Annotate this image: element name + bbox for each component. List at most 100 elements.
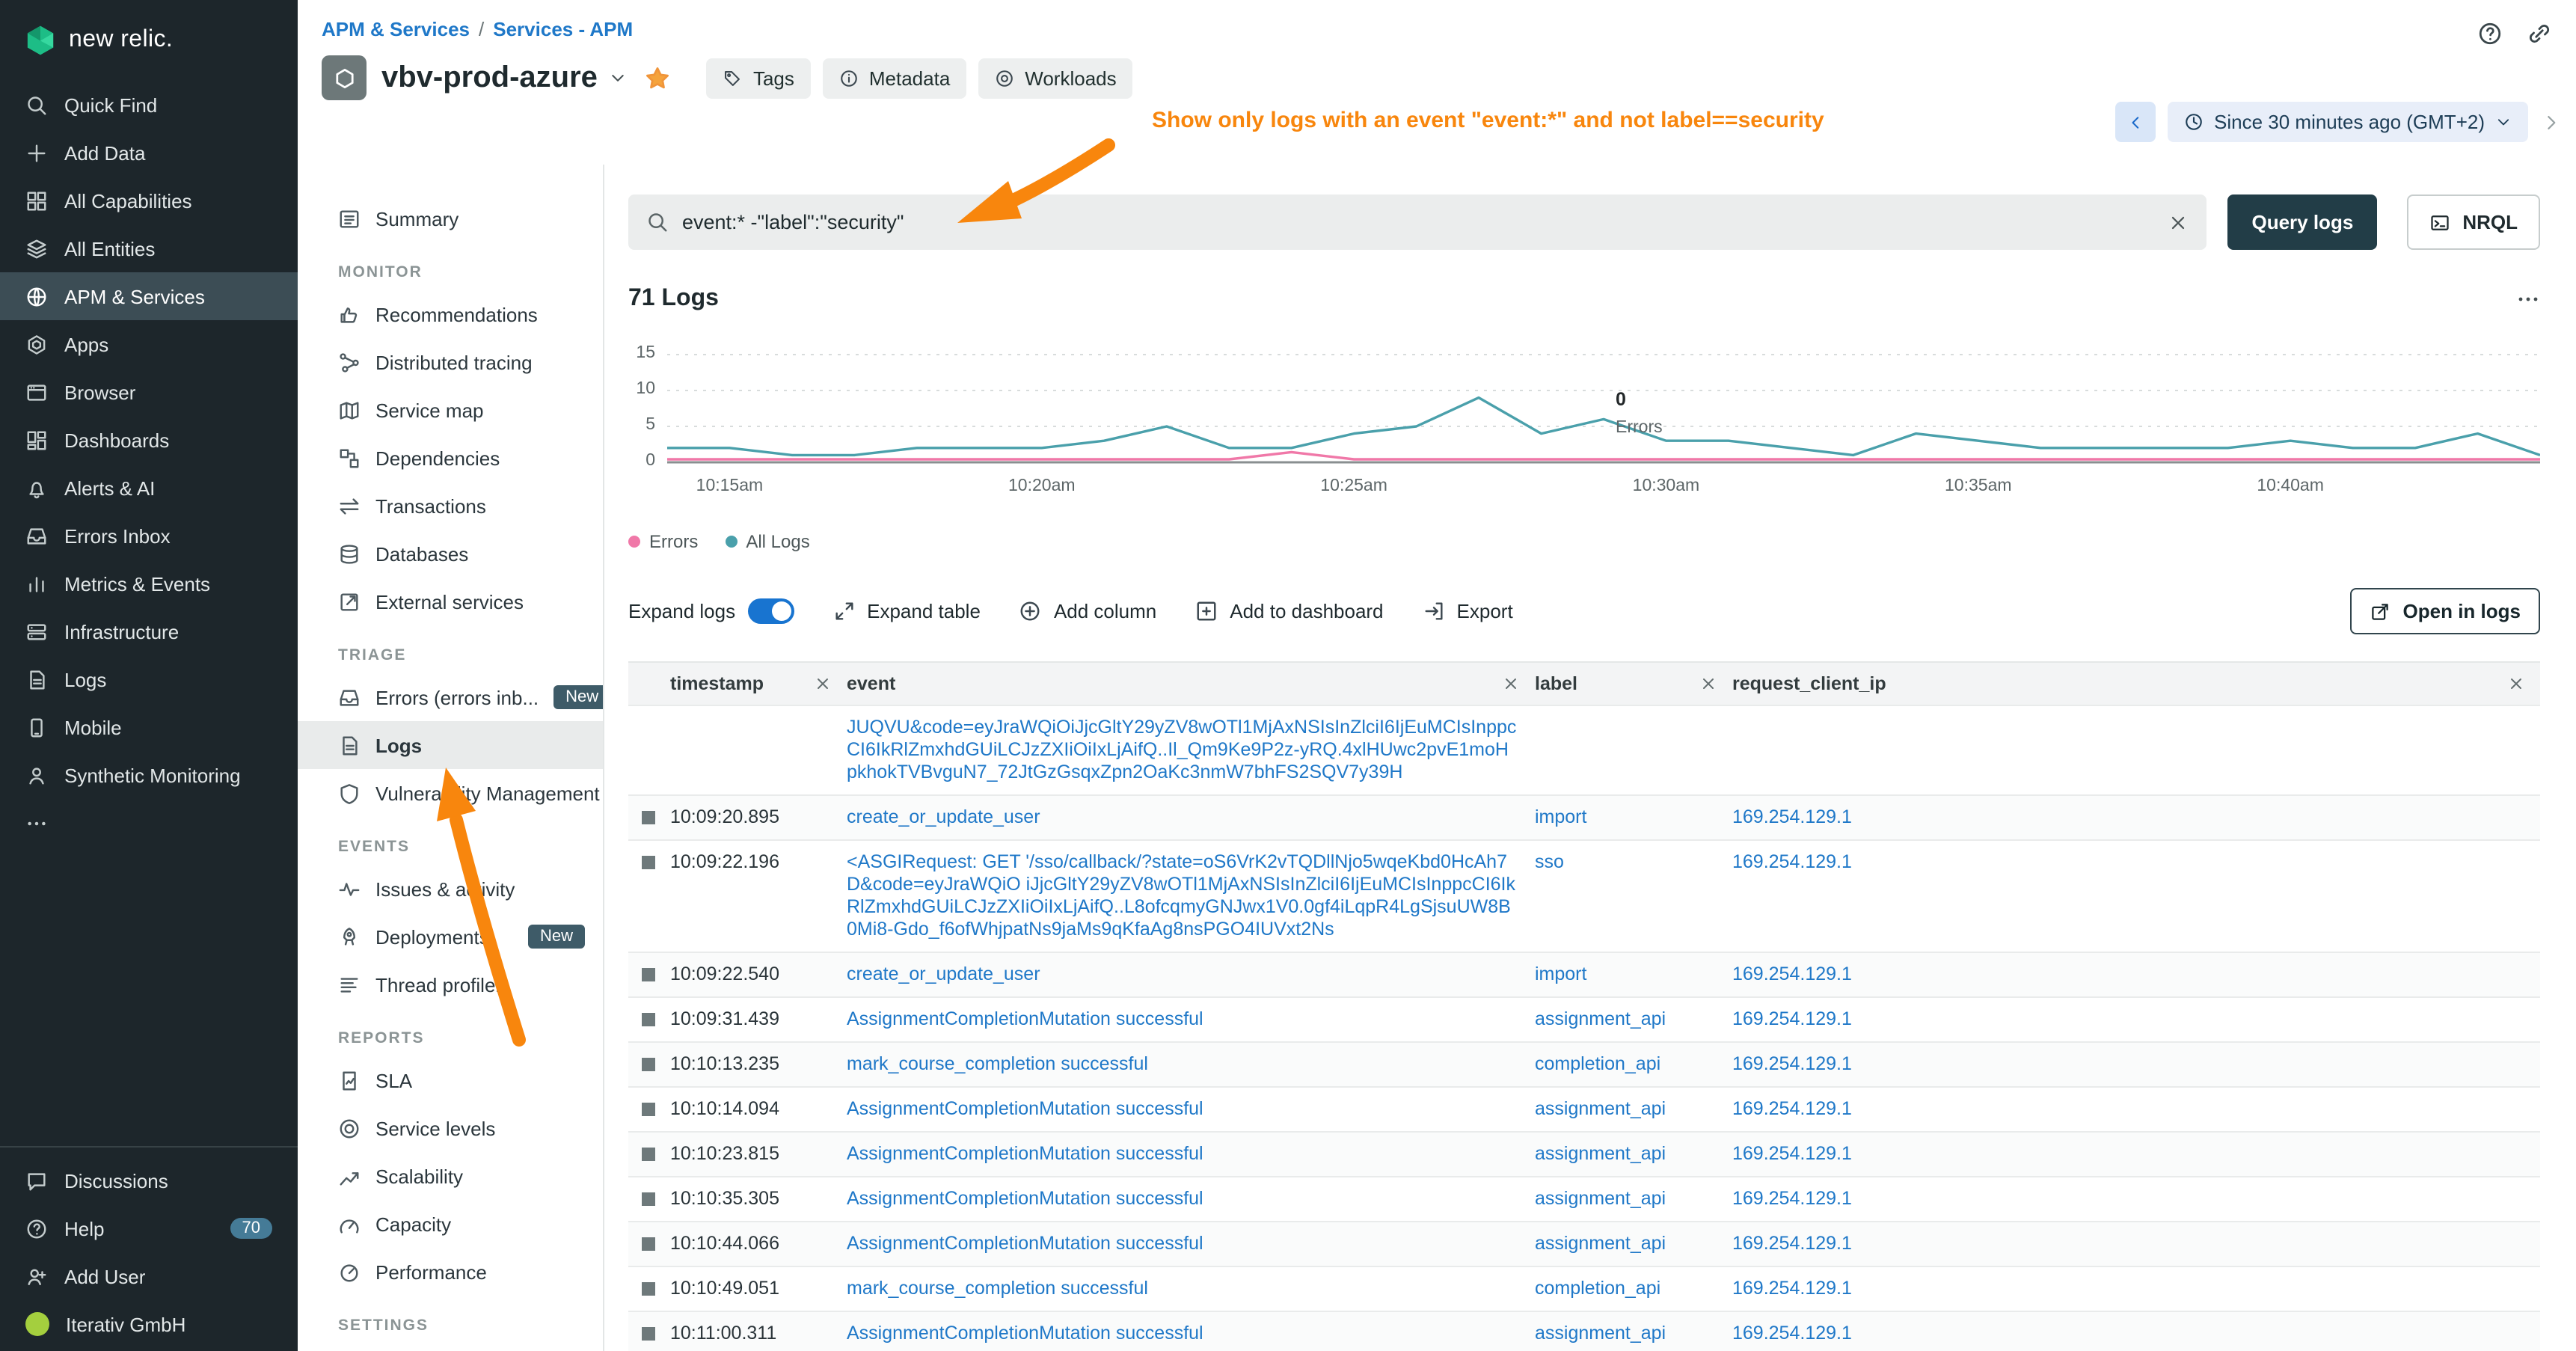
time-range-button[interactable]: Since 30 minutes ago (GMT+2) <box>2168 102 2528 142</box>
column-header-event[interactable]: event <box>847 673 1535 695</box>
global-nav-item-apps[interactable]: Apps <box>0 320 298 368</box>
global-nav-item-infrastructure[interactable]: Infrastructure <box>0 607 298 655</box>
row-checkbox[interactable] <box>642 1148 655 1161</box>
log-label-link[interactable]: sso <box>1535 851 1564 872</box>
log-label-link[interactable]: assignment_api <box>1535 1098 1666 1119</box>
log-label-link[interactable]: assignment_api <box>1535 1143 1666 1164</box>
log-event-link[interactable]: AssignmentCompletionMutation successful <box>847 1098 1203 1119</box>
global-nav-item-add-data[interactable]: Add Data <box>0 129 298 177</box>
log-event-link[interactable]: create_or_update_user <box>847 964 1040 984</box>
log-ip-link[interactable]: 169.254.129.1 <box>1732 1233 1852 1254</box>
log-row[interactable]: JUQVU&code=eyJraWQiOiJjcGltY29yZV8wOTl1M… <box>628 706 2540 796</box>
column-header-request-client-ip[interactable]: request_client_ip <box>1732 673 2540 695</box>
sidebar-item-dependencies[interactable]: Dependencies <box>298 434 603 482</box>
sidebar-item-service-levels[interactable]: Service levels <box>298 1104 603 1152</box>
time-back-button[interactable] <box>2115 102 2156 142</box>
clear-query-icon[interactable] <box>2168 212 2189 233</box>
log-label-link[interactable]: import <box>1535 806 1586 827</box>
global-nav-item-discussions[interactable]: Discussions <box>0 1157 298 1204</box>
global-nav-item-all-entities[interactable]: All Entities <box>0 224 298 272</box>
sidebar-item-recommendations[interactable]: Recommendations <box>298 290 603 338</box>
log-ip-link[interactable]: 169.254.129.1 <box>1732 1143 1852 1164</box>
log-ip-link[interactable]: 169.254.129.1 <box>1732 1323 1852 1344</box>
global-nav-item-metrics-events[interactable]: Metrics & Events <box>0 560 298 607</box>
global-nav-item-logs[interactable]: Logs <box>0 655 298 703</box>
log-row[interactable]: 10:09:20.895 create_or_update_user impor… <box>628 796 2540 841</box>
log-row[interactable]: 10:10:14.094 AssignmentCompletionMutatio… <box>628 1088 2540 1133</box>
log-event-link[interactable]: AssignmentCompletionMutation successful <box>847 1323 1203 1344</box>
log-event-link[interactable]: AssignmentCompletionMutation successful <box>847 1233 1203 1254</box>
log-row[interactable]: 10:09:22.196 <ASGIRequest: GET '/sso/cal… <box>628 841 2540 953</box>
sidebar-item-scalability[interactable]: Scalability <box>298 1152 603 1200</box>
row-checkbox[interactable] <box>642 856 655 869</box>
log-event-link[interactable]: <ASGIRequest: GET '/sso/callback/?state=… <box>847 851 1515 940</box>
toggle-switch-on[interactable] <box>747 598 794 624</box>
sidebar-item-databases[interactable]: Databases <box>298 530 603 578</box>
favorite-star-icon[interactable] <box>645 65 671 91</box>
log-ip-link[interactable]: 169.254.129.1 <box>1732 1053 1852 1074</box>
log-event-link[interactable]: JUQVU&code=eyJraWQiOiJjcGltY29yZV8wOTl1M… <box>847 717 1516 782</box>
log-label-link[interactable]: completion_api <box>1535 1053 1660 1074</box>
sidebar-item-issues-activity[interactable]: Issues & activity <box>298 865 603 913</box>
row-checkbox[interactable] <box>642 1327 655 1341</box>
global-nav-item-synthetic-monitoring[interactable]: Synthetic Monitoring <box>0 751 298 799</box>
log-row[interactable]: 10:09:22.540 create_or_update_user impor… <box>628 953 2540 998</box>
log-row[interactable]: 10:10:44.066 AssignmentCompletionMutatio… <box>628 1222 2540 1267</box>
log-label-link[interactable]: completion_api <box>1535 1278 1660 1299</box>
log-label-link[interactable]: assignment_api <box>1535 1188 1666 1209</box>
breadcrumb-link-apm-services[interactable]: APM & Services <box>322 18 470 40</box>
expand-logs-toggle[interactable]: Expand logs <box>628 598 794 624</box>
sidebar-item-distributed-tracing[interactable]: Distributed tracing <box>298 338 603 386</box>
new-relic-logo[interactable]: new relic. <box>0 0 298 81</box>
sidebar-item-logs[interactable]: Logs <box>298 721 603 769</box>
row-checkbox[interactable] <box>642 811 655 824</box>
log-event-link[interactable]: AssignmentCompletionMutation successful <box>847 1188 1203 1209</box>
log-ip-link[interactable]: 169.254.129.1 <box>1732 964 1852 984</box>
sidebar-item-thread-profiler[interactable]: Thread profiler <box>298 961 603 1008</box>
sidebar-item-errors-errors-inb[interactable]: Errors (errors inb... New <box>298 673 603 721</box>
global-nav-item-all-capabilities[interactable]: All Capabilities <box>0 177 298 224</box>
remove-column-icon[interactable] <box>814 675 832 693</box>
nrql-button[interactable]: NRQL <box>2407 194 2540 250</box>
legend-item-errors[interactable]: Errors <box>628 531 698 552</box>
open-in-logs-button[interactable]: Open in logs <box>2351 588 2540 634</box>
entity-switcher-chevron-icon[interactable] <box>610 69 628 87</box>
log-row[interactable]: 10:10:13.235 mark_course_completion succ… <box>628 1043 2540 1088</box>
global-nav-item-apm-services[interactable]: APM & Services <box>0 272 298 320</box>
legend-item-all-logs[interactable]: All Logs <box>725 531 809 552</box>
log-row[interactable]: 10:10:23.815 AssignmentCompletionMutatio… <box>628 1133 2540 1177</box>
column-header-timestamp[interactable]: timestamp <box>670 673 847 695</box>
metadata-button[interactable]: Metadata <box>823 58 966 98</box>
sidebar-item-external-services[interactable]: External services <box>298 578 603 625</box>
global-nav-item-browser[interactable]: Browser <box>0 368 298 416</box>
log-label-link[interactable]: assignment_api <box>1535 1233 1666 1254</box>
row-checkbox[interactable] <box>642 1058 655 1071</box>
sidebar-item-transactions[interactable]: Transactions <box>298 482 603 530</box>
global-nav-item-add-user[interactable]: Add User <box>0 1252 298 1300</box>
log-row[interactable]: 10:10:49.051 mark_course_completion succ… <box>628 1267 2540 1312</box>
row-checkbox[interactable] <box>642 1192 655 1206</box>
add-column-button[interactable]: Add column <box>1019 600 1156 622</box>
query-logs-button[interactable]: Query logs <box>2227 194 2377 250</box>
sidebar-item-summary[interactable]: Summary <box>298 194 603 242</box>
sidebar-item-vulnerability-management[interactable]: Vulnerability Management <box>298 769 603 817</box>
expand-table-button[interactable]: Expand table <box>832 600 981 622</box>
global-nav-item-alerts-ai[interactable]: Alerts & AI <box>0 464 298 512</box>
log-ip-link[interactable]: 169.254.129.1 <box>1732 1098 1852 1119</box>
log-row[interactable]: 10:11:00.311 AssignmentCompletionMutatio… <box>628 1312 2540 1351</box>
log-ip-link[interactable]: 169.254.129.1 <box>1732 1278 1852 1299</box>
log-event-link[interactable]: mark_course_completion successful <box>847 1278 1148 1299</box>
more-options-icon[interactable] <box>2516 287 2540 311</box>
log-ip-link[interactable]: 169.254.129.1 <box>1732 851 1852 872</box>
column-header-label[interactable]: label <box>1535 673 1732 695</box>
sidebar-item-sla[interactable]: SLA <box>298 1056 603 1104</box>
global-nav-item-errors-inbox[interactable]: Errors Inbox <box>0 512 298 560</box>
global-nav-item-quick-find[interactable]: Quick Find <box>0 81 298 129</box>
log-label-link[interactable]: assignment_api <box>1535 1008 1666 1029</box>
workloads-button[interactable]: Workloads <box>978 58 1132 98</box>
row-checkbox[interactable] <box>642 1237 655 1251</box>
log-event-link[interactable]: create_or_update_user <box>847 806 1040 827</box>
log-label-link[interactable]: import <box>1535 964 1586 984</box>
row-checkbox[interactable] <box>642 968 655 981</box>
sidebar-item-capacity[interactable]: Capacity <box>298 1200 603 1248</box>
